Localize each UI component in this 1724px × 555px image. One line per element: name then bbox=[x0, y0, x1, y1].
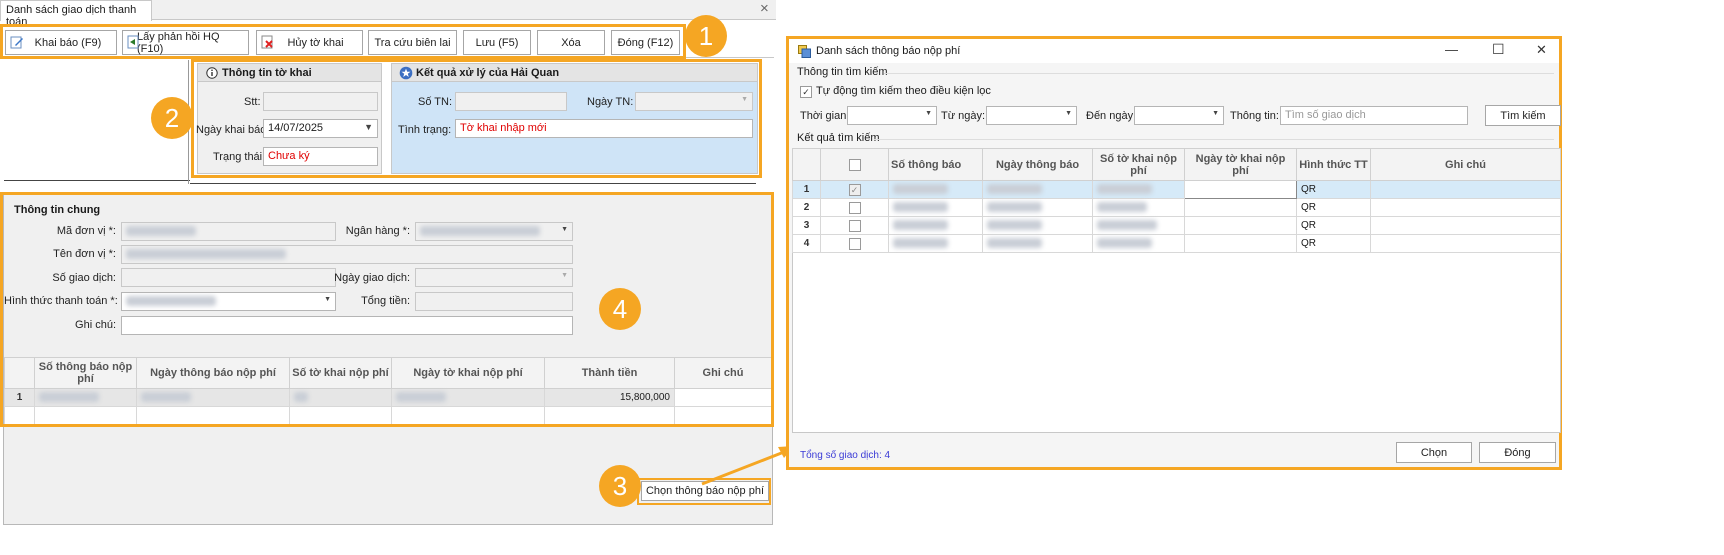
close-icon[interactable]: × bbox=[760, 0, 769, 17]
row-number: 1 bbox=[792, 180, 821, 199]
tim-kiem-button[interactable]: Tìm kiếm bbox=[1485, 105, 1561, 126]
grid-header[interactable]: Ngày thông báo bbox=[982, 148, 1093, 181]
close-icon[interactable]: ✕ bbox=[1536, 42, 1547, 58]
table-cell[interactable]: QR bbox=[1296, 198, 1371, 217]
table-cell[interactable] bbox=[1370, 234, 1561, 253]
row-checkbox[interactable] bbox=[848, 219, 861, 232]
arrow-connector bbox=[701, 446, 794, 486]
divider bbox=[874, 139, 1554, 140]
table-row[interactable]: 2 QR bbox=[792, 198, 1561, 217]
row-number: 2 bbox=[792, 198, 821, 217]
row-number: 4 bbox=[792, 234, 821, 253]
grid-header[interactable]: Ngày tờ khai nộp phí bbox=[1184, 148, 1297, 181]
table-cell[interactable] bbox=[888, 234, 983, 253]
result-grid: Số thông báo Ngày thông báo Số tờ khai n… bbox=[792, 148, 1561, 253]
row-select[interactable] bbox=[820, 234, 889, 253]
table-cell[interactable] bbox=[1370, 216, 1561, 235]
select-all-header[interactable] bbox=[820, 148, 889, 181]
table-cell[interactable] bbox=[1370, 198, 1561, 217]
select-all-checkbox[interactable] bbox=[848, 158, 861, 171]
table-cell[interactable] bbox=[1184, 216, 1297, 235]
table-cell[interactable]: QR bbox=[1296, 180, 1371, 199]
row-checkbox[interactable] bbox=[848, 237, 861, 250]
table-cell[interactable]: QR bbox=[1296, 216, 1371, 235]
result-section-title: Kết quả tìm kiếm bbox=[797, 132, 880, 144]
grid-header[interactable]: Ghi chú bbox=[1370, 148, 1561, 181]
dong-dialog-button[interactable]: Đóng bbox=[1479, 442, 1556, 463]
divider bbox=[4, 180, 190, 181]
window-tab[interactable]: Danh sách giao dịch thanh toán bbox=[0, 0, 152, 28]
tu-ngay-combo[interactable]: ▼ bbox=[986, 106, 1077, 125]
minimize-icon[interactable]: — bbox=[1445, 42, 1458, 57]
row-checkbox[interactable]: ✓ bbox=[848, 183, 861, 196]
table-cell[interactable] bbox=[1092, 216, 1185, 235]
table-cell-editing[interactable] bbox=[1184, 180, 1297, 199]
table-cell[interactable] bbox=[982, 216, 1093, 235]
table-cell[interactable] bbox=[1092, 198, 1185, 217]
table-cell[interactable] bbox=[982, 198, 1093, 217]
table-cell[interactable] bbox=[888, 180, 983, 199]
chevron-down-icon[interactable]: ▼ bbox=[1065, 110, 1072, 117]
divider bbox=[190, 183, 756, 184]
table-cell[interactable] bbox=[888, 216, 983, 235]
row-select[interactable]: ✓ bbox=[820, 180, 889, 199]
divider bbox=[884, 73, 1554, 74]
badge-2: 2 bbox=[151, 97, 193, 139]
dialog-title: Danh sách thông báo nộp phí bbox=[816, 45, 961, 57]
maximize-icon[interactable]: ☐ bbox=[1492, 41, 1505, 58]
badge-4: 4 bbox=[599, 288, 641, 330]
badge-3: 3 bbox=[599, 465, 641, 507]
thoi-gian-combo[interactable]: ▼ bbox=[847, 106, 937, 125]
den-ngay-combo[interactable]: ▼ bbox=[1134, 106, 1224, 125]
row-select[interactable] bbox=[820, 198, 889, 217]
table-row[interactable]: 3 QR bbox=[792, 216, 1561, 235]
grid-header[interactable]: Hình thức TT bbox=[1296, 148, 1371, 181]
highlight-box-toolbar bbox=[0, 24, 686, 59]
table-cell[interactable]: QR bbox=[1296, 234, 1371, 253]
table-cell[interactable] bbox=[1092, 234, 1185, 253]
grid-corner bbox=[792, 148, 821, 181]
chevron-down-icon[interactable]: ▼ bbox=[1212, 110, 1219, 117]
auto-search-label: Tự động tìm kiếm theo điều kiện lọc bbox=[816, 85, 991, 97]
thoi-gian-label: Thời gian: bbox=[800, 110, 850, 122]
app-icon bbox=[798, 45, 811, 61]
grid-header[interactable]: Số thông báo bbox=[888, 148, 983, 181]
table-cell[interactable] bbox=[1184, 198, 1297, 217]
table-row[interactable]: 4 QR bbox=[792, 234, 1561, 253]
row-checkbox[interactable] bbox=[848, 201, 861, 214]
chon-button[interactable]: Chọn bbox=[1396, 442, 1472, 463]
table-cell[interactable] bbox=[1184, 234, 1297, 253]
table-cell[interactable] bbox=[888, 198, 983, 217]
dialog-window: Danh sách thông báo nộp phí — ☐ ✕ Thông … bbox=[786, 36, 1562, 470]
auto-search-checkbox[interactable]: ✓ bbox=[800, 86, 812, 98]
den-ngay-label: Đến ngày: bbox=[1086, 110, 1137, 122]
chevron-down-icon[interactable]: ▼ bbox=[925, 110, 932, 117]
row-select[interactable] bbox=[820, 216, 889, 235]
tu-ngay-label: Từ ngày: bbox=[941, 110, 986, 122]
table-cell[interactable] bbox=[982, 234, 1093, 253]
badge-1: 1 bbox=[685, 15, 727, 57]
table-cell[interactable] bbox=[982, 180, 1093, 199]
grid-header[interactable]: Số tờ khai nộp phí bbox=[1092, 148, 1185, 181]
highlight-box-general bbox=[0, 192, 774, 427]
thong-tin-label: Thông tin: bbox=[1230, 110, 1279, 122]
table-row[interactable]: 1 ✓ QR bbox=[792, 180, 1561, 199]
search-section-title: Thông tin tìm kiếm bbox=[797, 66, 888, 78]
row-number: 3 bbox=[792, 216, 821, 235]
search-input[interactable]: Tìm số giao dịch bbox=[1280, 106, 1468, 125]
total-count: Tổng số giao dịch: 4 bbox=[800, 450, 891, 461]
highlight-box-panels bbox=[191, 59, 762, 178]
table-cell[interactable] bbox=[1092, 180, 1185, 199]
table-cell[interactable] bbox=[1370, 180, 1561, 199]
